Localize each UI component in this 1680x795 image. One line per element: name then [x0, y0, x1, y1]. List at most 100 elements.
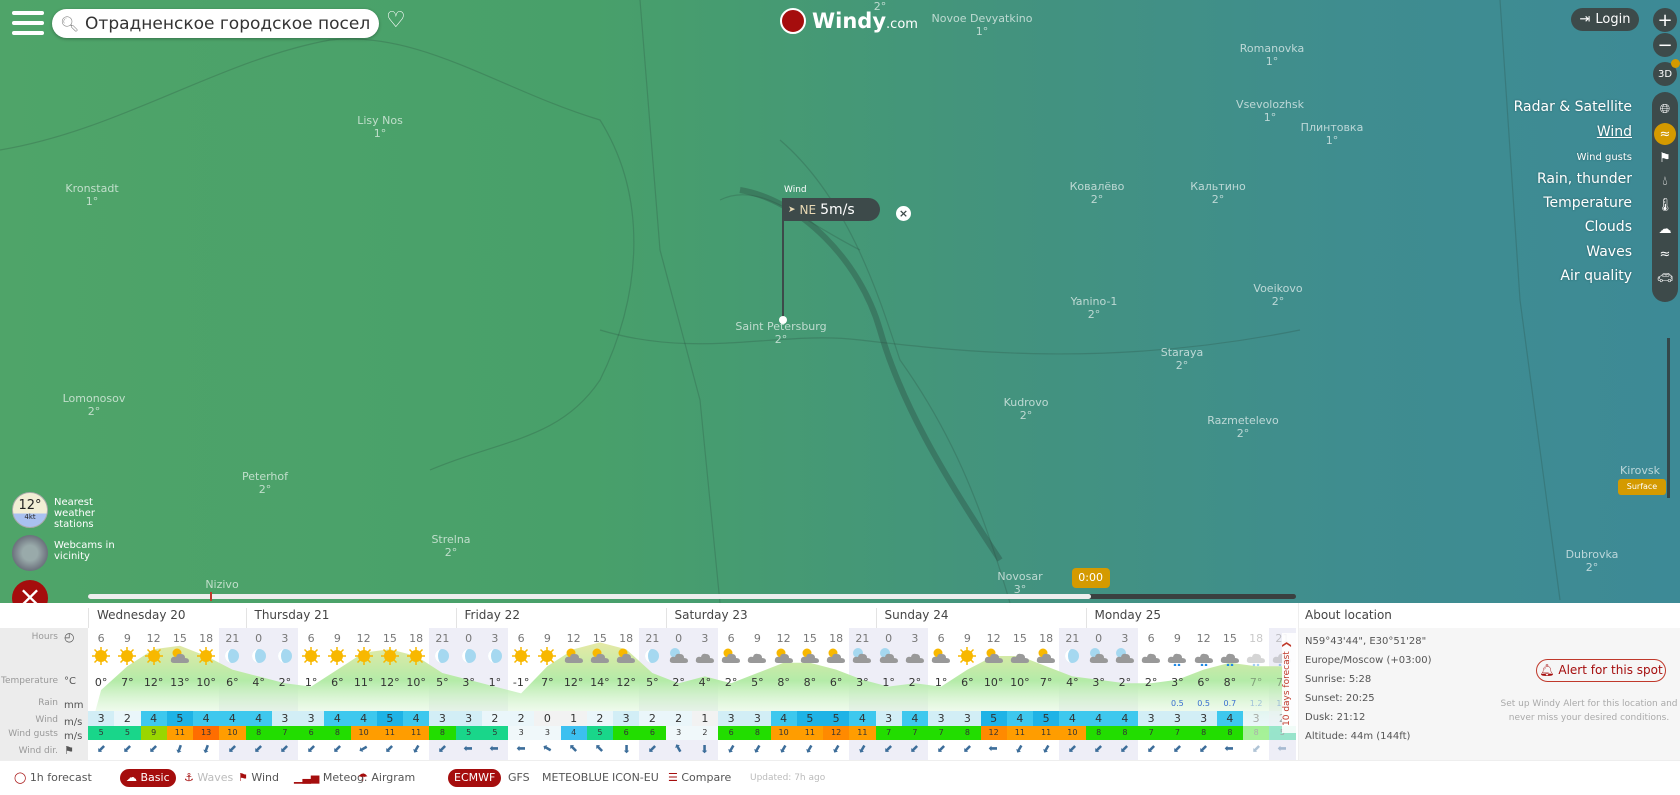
place-temp: 2°: [1211, 193, 1225, 206]
layer-rain-thunder[interactable]: Rain, thunder: [1537, 171, 1632, 187]
windsock-icon[interactable]: ⚑: [1654, 147, 1676, 169]
layer-radar-satellite[interactable]: Radar & Satellite: [1514, 99, 1632, 115]
wind-direction-arrow-icon: ⬆︎: [1223, 743, 1237, 754]
cloud-icon[interactable]: ☁︎: [1654, 218, 1676, 240]
place-temp: 1°: [373, 127, 387, 140]
day-header[interactable]: Thursday 21: [245, 608, 329, 628]
layer-waves[interactable]: Waves: [1586, 244, 1632, 260]
thermometer-icon[interactable]: 🌡︎: [1654, 194, 1676, 216]
gust-cell: 5: [586, 726, 613, 740]
tab-icon: ☂︎: [358, 771, 372, 784]
place-label[interactable]: Dubrovka 2°: [1566, 548, 1619, 574]
zoom-out-button[interactable]: −: [1653, 33, 1677, 57]
day-header[interactable]: Sunday 24: [875, 608, 948, 628]
place-label[interactable]: Lisy Nos 1°: [357, 114, 403, 140]
timeline-track[interactable]: [88, 592, 1296, 601]
temperature-cell: 6°: [1197, 676, 1210, 689]
place-label[interactable]: Kudrovo 2°: [1004, 396, 1049, 422]
place-name: Razmetelevo: [1207, 414, 1279, 427]
timeline-handle[interactable]: 0:00: [1071, 568, 1110, 588]
wind-cell: 5: [980, 711, 1007, 726]
layer-clouds[interactable]: Clouds: [1585, 219, 1632, 235]
hour-cell: 15: [1012, 632, 1027, 645]
place-label[interactable]: Плинтовка 1°: [1301, 121, 1364, 147]
layer-air-quality[interactable]: Air quality: [1560, 268, 1632, 284]
zoom-in-button[interactable]: +: [1653, 8, 1677, 32]
day-header[interactable]: Saturday 23: [665, 608, 748, 628]
wind-direction-arrow-icon: ⬆︎: [434, 740, 451, 757]
tab-airgram[interactable]: ☂︎ Airgram: [352, 769, 421, 787]
popup-close-icon[interactable]: ×: [896, 206, 911, 221]
hour-cell: 18: [409, 632, 424, 645]
place-label[interactable]: Кальтино 2°: [1190, 180, 1246, 206]
altitude-slider[interactable]: [1667, 338, 1670, 498]
3d-button[interactable]: 3D: [1653, 59, 1680, 86]
nearest-stations[interactable]: 12° 4kt Nearest weather stations: [12, 492, 134, 530]
place-label[interactable]: Nizivo: [205, 578, 238, 591]
wind-direction-arrow-icon: ⬆︎: [644, 740, 661, 757]
place-label[interactable]: Strelna 2°: [431, 533, 470, 559]
layer-temperature[interactable]: Temperature: [1543, 195, 1632, 211]
place-label[interactable]: Vsevolozhsk 1°: [1236, 98, 1304, 124]
cloud-weather-icon: [905, 653, 924, 663]
place-label[interactable]: Yanino-1 2°: [1071, 295, 1118, 321]
map[interactable]: Novoe Devyatkino 1° Romanovka 1° Lisy Nos 1° V…: [0, 0, 1680, 603]
model-icon-eu[interactable]: ICON-EU: [606, 769, 665, 787]
rain-cell: 0.7: [1223, 699, 1237, 708]
model-ecmwf[interactable]: ECMWF: [448, 769, 502, 787]
place-label[interactable]: Kirovsk: [1620, 464, 1660, 477]
favorite-heart-icon[interactable]: ♡: [386, 8, 406, 33]
place-label[interactable]: Kronstadt 1°: [65, 182, 118, 208]
place-label[interactable]: Saint Petersburg 2°: [735, 320, 826, 346]
about-location: About location N59°43'44", E30°51'28" Eu…: [1298, 603, 1680, 760]
tab-wind[interactable]: ⚑ Wind: [232, 769, 285, 787]
1h-forecast-toggle[interactable]: ◯ 1h forecast: [8, 769, 98, 787]
temperature-cell: 11°: [353, 676, 374, 689]
tab-icon: ⚓︎: [184, 771, 198, 784]
layer-wind[interactable]: Wind: [1597, 124, 1632, 140]
gust-cell: 7: [901, 726, 928, 740]
layer-wind-gusts[interactable]: Wind gusts: [1577, 152, 1632, 163]
ten-days-forecast-tab[interactable]: 10 days forecast ❯: [1282, 633, 1296, 733]
place-label[interactable]: Novoe Devyatkino 1°: [932, 12, 1033, 38]
place-label[interactable]: Staraya 2°: [1161, 346, 1204, 372]
place-label[interactable]: Ковалёво 2°: [1070, 180, 1125, 206]
login-button[interactable]: ⇥ Login: [1571, 8, 1639, 31]
globe-icon[interactable]: 🌐︎: [1654, 98, 1676, 120]
place-label[interactable]: Lomonosov 2°: [63, 392, 126, 418]
model-gfs[interactable]: GFS: [502, 769, 536, 787]
day-header[interactable]: Monday 25: [1085, 608, 1161, 628]
hour-cell: 6: [1147, 632, 1155, 645]
webcams[interactable]: Webcams in vicinity: [12, 535, 124, 571]
model-meteoblue[interactable]: METEOBLUE: [536, 769, 615, 787]
place-label[interactable]: Novosar 3°: [997, 570, 1042, 596]
bottom-toolbar: ◯ 1h forecast ☁︎ Basic ⚓︎ Waves ⚑ Wind ▁▃▅ …: [0, 760, 1680, 795]
gust-cell: 10: [1059, 726, 1086, 740]
temperature-cell: 8°: [803, 676, 817, 689]
day-header[interactable]: Wednesday 20: [88, 608, 186, 628]
place-label[interactable]: Voeikovo 2°: [1253, 282, 1302, 308]
tab-waves[interactable]: ⚓︎ Waves: [178, 769, 239, 787]
wind-icon[interactable]: ≈: [1654, 123, 1676, 145]
gust-cell: 7: [271, 726, 298, 740]
waves-icon[interactable]: ≈: [1654, 243, 1676, 265]
search-box[interactable]: 🔍︎: [52, 9, 379, 38]
alert-button[interactable]: 🔔︎ Alert for this spot: [1536, 659, 1666, 682]
temperature-cell: 2°: [1118, 676, 1132, 689]
logo-suffix: .com: [886, 16, 918, 32]
windy-logo[interactable]: Windy .com: [780, 8, 918, 34]
place-label[interactable]: Peterhof 2°: [242, 470, 288, 496]
day-header[interactable]: Friday 22: [455, 608, 520, 628]
car-icon[interactable]: 🚗︎: [1654, 267, 1676, 289]
search-input[interactable]: [85, 13, 371, 34]
surface-badge[interactable]: Surface: [1618, 479, 1666, 495]
place-label[interactable]: Romanovka 1°: [1240, 42, 1304, 68]
tab-basic[interactable]: ☁︎ Basic: [120, 769, 176, 787]
place-label[interactable]: Razmetelevo 2°: [1207, 414, 1279, 440]
compare-button[interactable]: ☰ Compare: [662, 769, 737, 787]
hour-cell: 18: [829, 632, 844, 645]
raindrop-icon[interactable]: 💧︎: [1654, 170, 1676, 192]
temperature-cell: 6°: [829, 676, 843, 689]
menu-button[interactable]: [12, 11, 44, 35]
gust-cell: 3: [508, 726, 535, 740]
